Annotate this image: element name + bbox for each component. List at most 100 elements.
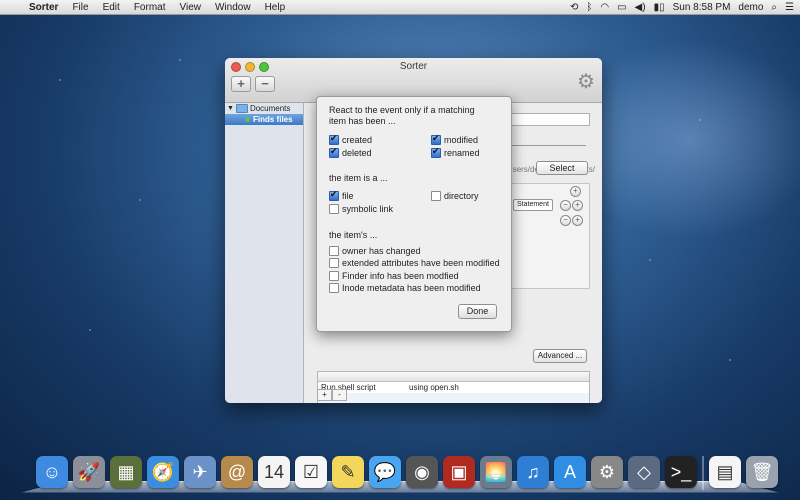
- checkbox-extended-attributes[interactable]: extended attributes have been modified: [329, 258, 500, 268]
- table-row[interactable]: Run shell script using open.sh: [318, 382, 589, 393]
- dock-calendar-icon[interactable]: 14: [258, 456, 290, 488]
- checkbox-icon: [431, 146, 441, 158]
- dock-finder-icon[interactable]: ☺: [36, 456, 68, 488]
- checkbox-deleted[interactable]: deleted: [329, 146, 372, 158]
- checkbox-owner-changed[interactable]: owner has changed: [329, 246, 421, 256]
- dock-iphoto-icon[interactable]: 🌅: [480, 456, 512, 488]
- checkbox-symbolic-link[interactable]: symbolic link: [329, 204, 393, 214]
- menu-edit[interactable]: Edit: [96, 2, 127, 13]
- rule-name-field[interactable]: [508, 113, 590, 126]
- dock: ☺ 🚀 ▦ 🧭 ✈ @14 ☑ ✎ 💬 ◉ ▣ 🌅 ♫ A ⚙ ◇ >_ ▤ 🗑: [21, 454, 779, 494]
- user-name[interactable]: demo: [738, 2, 763, 13]
- checkbox-icon: [431, 133, 441, 145]
- remove-action-button[interactable]: -: [332, 389, 347, 401]
- checkbox-label: deleted: [342, 148, 372, 158]
- time-machine-icon[interactable]: ⟲: [570, 2, 578, 13]
- checkbox-created[interactable]: created: [329, 133, 373, 145]
- checkbox-renamed[interactable]: renamed: [431, 146, 480, 158]
- popover-intro-line1: React to the event only if a matching: [329, 105, 475, 115]
- checkbox-label: extended attributes have been modified: [342, 258, 500, 268]
- add-folder-button[interactable]: +: [231, 76, 251, 92]
- select-folder-button[interactable]: Select: [536, 161, 588, 175]
- volume-icon[interactable]: ◀): [635, 2, 646, 13]
- sidebar-item-finds-files[interactable]: Finds files: [225, 114, 303, 125]
- status-area: ⟲ ᛒ ◠ ▭ ◀) ▮▯ Sun 8:58 PM demo ⌕ ☰: [570, 2, 800, 13]
- dock-contacts-icon[interactable]: @: [221, 456, 253, 488]
- dock-trash-icon[interactable]: 🗑: [746, 456, 778, 488]
- dock-facetime-icon[interactable]: ◉: [406, 456, 438, 488]
- checkbox-inode-metadata[interactable]: Inode metadata has been modified: [329, 283, 481, 293]
- table-header: [318, 372, 589, 382]
- dock-document-icon[interactable]: ▤: [709, 456, 741, 488]
- window-title: Sorter: [399, 61, 428, 72]
- dock-sorter-icon[interactable]: ◇: [628, 456, 660, 488]
- dock-app-store-icon[interactable]: A: [554, 456, 586, 488]
- sidebar-item-documents[interactable]: ▼ Documents: [225, 103, 303, 114]
- add-action-button[interactable]: +: [317, 389, 332, 401]
- gear-icon[interactable]: ⚙: [576, 72, 596, 92]
- add-condition-icon[interactable]: +: [572, 215, 583, 226]
- status-dot-icon: [245, 117, 250, 122]
- folder-icon: [235, 104, 248, 113]
- dock-messages-icon[interactable]: 💬: [369, 456, 401, 488]
- dock-separator: [702, 456, 704, 490]
- checkbox-directory[interactable]: directory: [431, 191, 479, 201]
- display-icon[interactable]: ▭: [617, 2, 626, 13]
- dock-itunes-icon[interactable]: ♫: [517, 456, 549, 488]
- item-type-heading: the item is a ...: [329, 173, 388, 183]
- checkbox-modified[interactable]: modified: [431, 133, 479, 145]
- disclosure-triangle-icon[interactable]: ▼: [227, 105, 234, 112]
- dock-launchpad-icon[interactable]: 🚀: [73, 456, 105, 488]
- add-condition-icon[interactable]: +: [572, 200, 583, 211]
- remove-condition-icon[interactable]: −: [560, 215, 571, 226]
- checkbox-label: created: [342, 135, 373, 145]
- notification-center-icon[interactable]: ☰: [785, 2, 794, 13]
- menu-window[interactable]: Window: [208, 2, 258, 13]
- advanced-button[interactable]: Advanced ...: [533, 349, 587, 363]
- done-button[interactable]: Done: [458, 304, 497, 319]
- checkbox-label: owner has changed: [342, 246, 421, 256]
- sidebar-item-label: Finds files: [253, 115, 293, 124]
- checkbox-icon: [329, 189, 339, 201]
- remove-condition-icon[interactable]: −: [560, 200, 571, 211]
- menu-format[interactable]: Format: [127, 2, 173, 13]
- checkbox-label: symbolic link: [342, 204, 394, 214]
- clock[interactable]: Sun 8:58 PM: [673, 2, 731, 13]
- checkbox-label: renamed: [444, 148, 480, 158]
- menu-help[interactable]: Help: [258, 2, 293, 13]
- wifi-icon[interactable]: ◠: [600, 2, 609, 13]
- menu-file[interactable]: File: [65, 2, 95, 13]
- checkbox-finder-info[interactable]: Finder info has been modfied: [329, 271, 459, 281]
- dock-terminal-icon[interactable]: >_: [665, 456, 697, 488]
- add-condition-icon[interactable]: +: [570, 186, 581, 197]
- dock-mission-control-icon[interactable]: ▦: [110, 456, 142, 488]
- sidebar: ▼ Documents Finds files: [225, 103, 304, 403]
- checkbox-file[interactable]: file: [329, 189, 354, 201]
- dock-photo-booth-icon[interactable]: ▣: [443, 456, 475, 488]
- action-buttons: + -: [317, 389, 347, 401]
- app-menu[interactable]: Sorter: [22, 2, 65, 13]
- sidebar-item-label: Documents: [249, 104, 291, 113]
- dock-system-preferences-icon[interactable]: ⚙: [591, 456, 623, 488]
- statement-popup[interactable]: Statement: [513, 199, 553, 211]
- event-options-popover: React to the event only if a matching it…: [316, 96, 512, 332]
- checkbox-icon: [329, 133, 339, 145]
- checkbox-label: directory: [444, 191, 479, 201]
- actions-table: Run shell script using open.sh: [317, 371, 590, 403]
- checkbox-icon: [329, 204, 339, 214]
- bluetooth-icon[interactable]: ᛒ: [586, 2, 592, 13]
- battery-icon[interactable]: ▮▯: [654, 2, 665, 13]
- menu-view[interactable]: View: [172, 2, 208, 13]
- remove-folder-button[interactable]: −: [255, 76, 275, 92]
- checkbox-icon: [329, 271, 339, 281]
- dock-icons: ☺ 🚀 ▦ 🧭 ✈ @14 ☑ ✎ 💬 ◉ ▣ 🌅 ♫ A ⚙ ◇ >_ ▤ 🗑: [36, 456, 778, 490]
- action-target: using open.sh: [409, 383, 459, 392]
- checkbox-label: modified: [444, 135, 479, 145]
- dock-notes-icon[interactable]: ✎: [332, 456, 364, 488]
- dock-reminders-icon[interactable]: ☑: [295, 456, 327, 488]
- dock-mail-icon[interactable]: ✈: [184, 456, 216, 488]
- spotlight-icon[interactable]: ⌕: [771, 2, 777, 13]
- table-row[interactable]: [318, 393, 589, 403]
- dock-safari-icon[interactable]: 🧭: [147, 456, 179, 488]
- checkbox-label: Inode metadata has been modified: [342, 283, 481, 293]
